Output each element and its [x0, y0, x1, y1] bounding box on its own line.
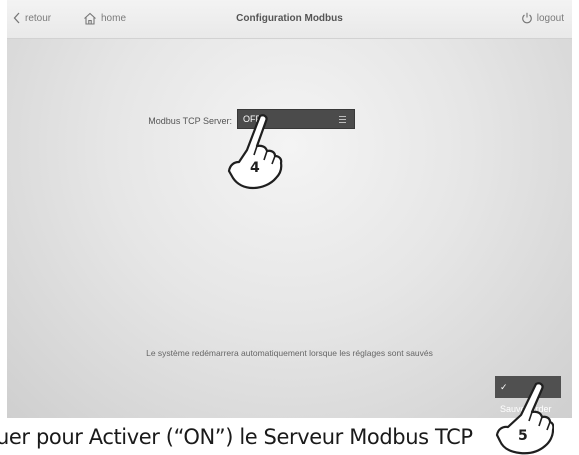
tablet-screen: retour home Configuration Modbus logout …: [7, 0, 572, 418]
hamburger-icon: [339, 116, 346, 125]
callout-5: 5: [518, 428, 528, 444]
power-icon: [521, 12, 532, 24]
callout-4: 4: [250, 160, 260, 176]
top-bar: retour home Configuration Modbus logout: [7, 0, 572, 39]
page-title: Configuration Modbus: [236, 13, 343, 24]
logout-button[interactable]: logout: [521, 10, 564, 26]
hand-pointer-icon: 4: [227, 114, 283, 190]
logout-label: logout: [536, 12, 564, 24]
modbus-label: Modbus TCP Server:: [148, 116, 232, 126]
instruction-caption: uer pour Activer (“ON”) le Serveur Modbu…: [0, 425, 473, 449]
hand-pointer-icon: 5: [495, 382, 554, 455]
restart-notice: Le système redémarrera automatiquement l…: [146, 348, 433, 358]
